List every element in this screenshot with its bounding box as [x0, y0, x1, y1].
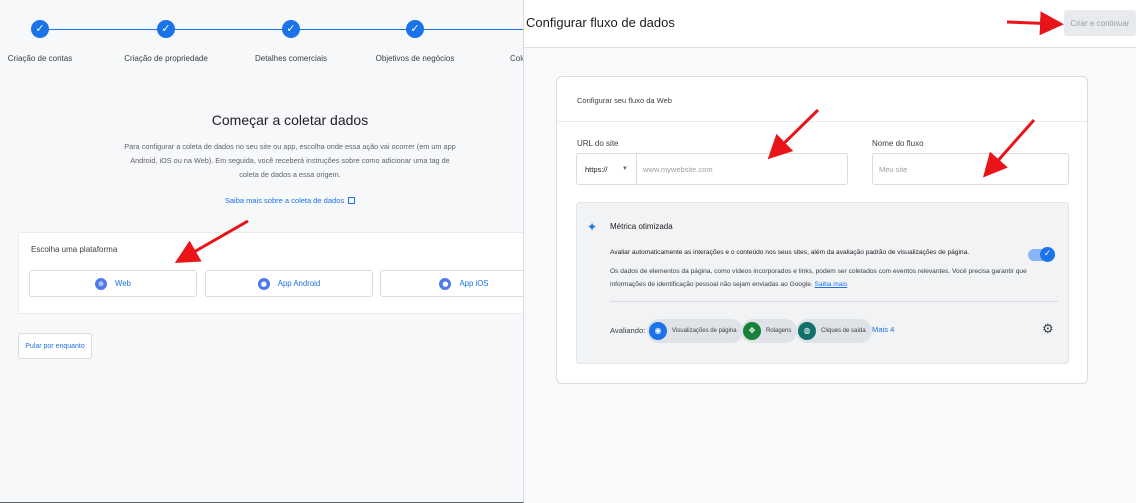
- learn-more-link[interactable]: Saiba mais sobre a coleta de dados: [60, 196, 520, 205]
- platform-web-button[interactable]: ⊕ Web: [29, 270, 197, 297]
- stream-config-panel: Configurar fluxo de dados Criar e contin…: [524, 0, 1136, 503]
- step-account-creation[interactable]: ✓ Criação de contas: [0, 20, 105, 63]
- chip-label: Cliques de saída: [821, 328, 866, 334]
- website-url-input[interactable]: www.mywebsite.com: [636, 153, 848, 185]
- enhanced-measurement-description: Avaliar automaticamente as interações e …: [610, 249, 970, 256]
- check-icon: ✓: [31, 20, 49, 38]
- protocol-value: https://: [585, 164, 608, 174]
- globe-icon: ⊕: [95, 277, 108, 290]
- step-label: Criação de propriedade: [124, 54, 208, 63]
- top-bar: Configurar fluxo de dados Criar e contin…: [524, 0, 1136, 48]
- enhanced-measurement-title: Métrica otimizada: [610, 222, 673, 231]
- protocol-select[interactable]: https:// ▼: [576, 153, 636, 185]
- platform-label: App Android: [277, 279, 321, 288]
- web-stream-card: Configurar seu fluxo da Web URL do site …: [556, 76, 1088, 384]
- setup-wizard-panel: ✓ Criação de contas ✓ Criação de proprie…: [0, 0, 524, 503]
- more-events-link[interactable]: Mais 4: [872, 325, 894, 334]
- url-label: URL do site: [577, 139, 619, 148]
- android-icon: ●: [257, 277, 270, 290]
- eye-icon: ◉: [649, 322, 667, 340]
- chip-scrolls: ✥ Rolagens: [741, 319, 798, 343]
- step-label: Detalhes comerciais: [254, 54, 328, 63]
- enhanced-measurement-toggle[interactable]: ✓: [1028, 247, 1055, 262]
- enhanced-measurement-box: ✦ Métrica otimizada Avaliar automaticame…: [576, 202, 1069, 364]
- skip-button[interactable]: Pular por enquanto: [18, 333, 92, 359]
- step-property-creation[interactable]: ✓ Criação de propriedade: [101, 20, 231, 63]
- check-icon: ✓: [157, 20, 175, 38]
- sparkle-icon: ✦: [587, 220, 598, 234]
- caret-down-icon: ▼: [622, 166, 628, 172]
- chip-page-views: ◉ Visualizações de página: [647, 319, 743, 343]
- chip-outbound-clicks: ◍ Cliques de saída: [796, 319, 872, 343]
- cursor-icon: ◍: [798, 322, 816, 340]
- step-business-objectives[interactable]: ✓ Objetivos de negócios: [350, 20, 480, 63]
- screenshot-root: ✓ Criação de contas ✓ Criação de proprie…: [0, 0, 1136, 503]
- platform-android-button[interactable]: ● App Android: [205, 270, 373, 297]
- card-header-title: Configurar seu fluxo da Web: [577, 96, 672, 105]
- step-business-details[interactable]: ✓ Detalhes comerciais: [226, 20, 356, 63]
- create-and-continue-button[interactable]: Criar e continuar: [1064, 10, 1136, 36]
- measuring-label: Avaliando:: [610, 326, 646, 335]
- check-icon: ✓: [1040, 247, 1055, 262]
- platform-ios-button[interactable]: ● App iOS: [380, 270, 523, 297]
- page-title: Começar a coletar dados: [211, 112, 369, 128]
- stream-name-label: Nome do fluxo: [872, 139, 924, 148]
- step-label: Cole: [510, 54, 523, 63]
- step-label: Criação de contas: [7, 54, 73, 63]
- page-title: Configurar fluxo de dados: [526, 15, 675, 30]
- step-label: Objetivos de negócios: [375, 54, 455, 63]
- chip-label: Visualizações de página: [672, 328, 737, 334]
- learn-more-link[interactable]: Saiba mais: [815, 281, 848, 288]
- platform-label: Web: [115, 279, 131, 288]
- platform-label: App iOS: [459, 279, 489, 288]
- step-data-collection[interactable]: Cole: [510, 20, 523, 63]
- chip-label: Rolagens: [766, 328, 792, 334]
- platform-title: Escolha uma plataforma: [31, 245, 118, 254]
- enhanced-measurement-note: Os dados de elementos da página, como ví…: [610, 265, 1030, 291]
- stream-name-input[interactable]: Meu site: [872, 153, 1069, 185]
- gear-icon[interactable]: ⚙: [1042, 323, 1056, 337]
- page-description: Para configurar a coleta de dados no seu…: [124, 142, 456, 179]
- external-link-icon: [348, 197, 356, 204]
- divider: [610, 301, 1058, 302]
- scroll-icon: ✥: [743, 322, 761, 340]
- platform-card: Escolha uma plataforma ⊕ Web ● App Andro…: [18, 232, 523, 314]
- learn-more-label: Saiba mais sobre a coleta de dados: [224, 196, 345, 205]
- apple-icon: ●: [439, 277, 452, 290]
- check-icon: ✓: [282, 20, 300, 38]
- check-icon: ✓: [406, 20, 424, 38]
- card-header: Configurar seu fluxo da Web: [557, 77, 1087, 122]
